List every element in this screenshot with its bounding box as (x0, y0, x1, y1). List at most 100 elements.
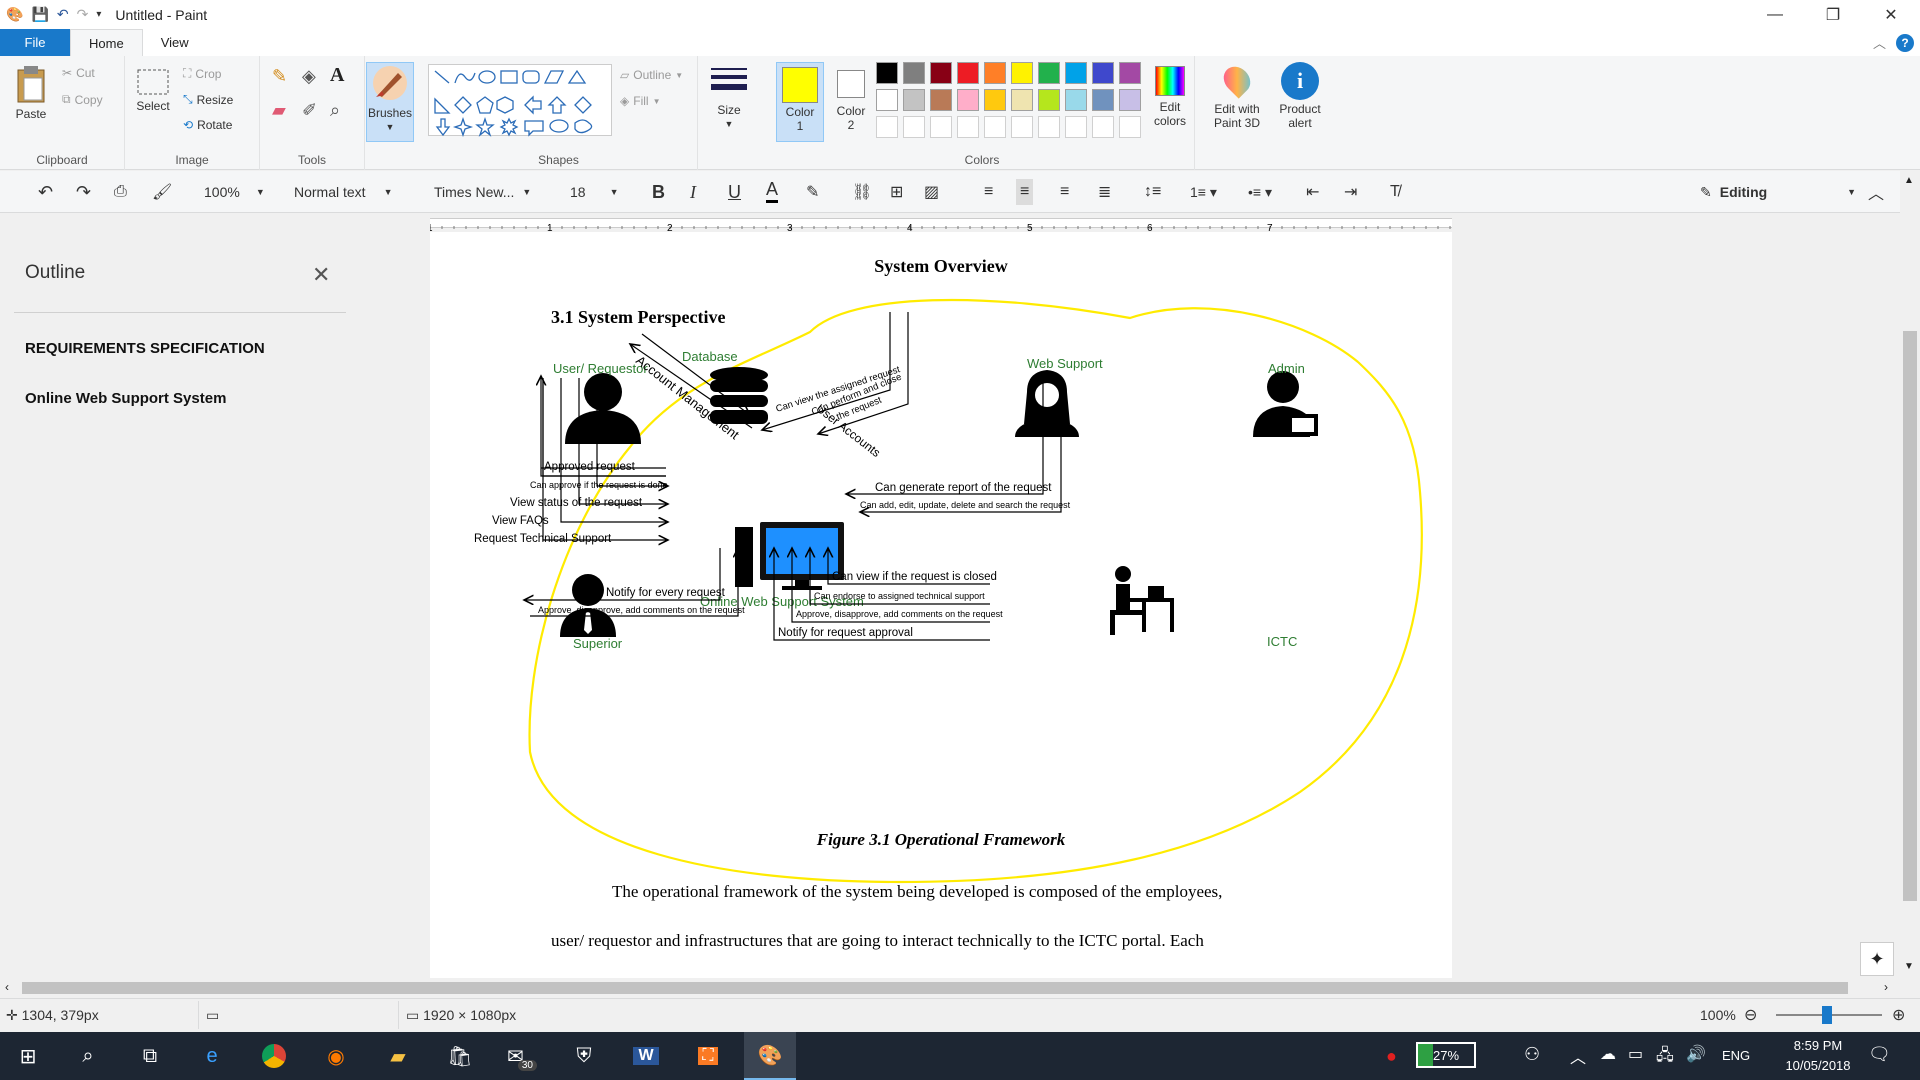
tab-file[interactable]: File (0, 29, 70, 56)
tab-home[interactable]: Home (70, 29, 143, 56)
paint-app[interactable]: 🎨 (744, 1032, 796, 1080)
redo-icon[interactable]: ↷ (76, 179, 91, 205)
horizontal-scroll-thumb[interactable] (22, 982, 1848, 994)
horizontal-scrollbar[interactable]: ‹ › (0, 978, 1920, 998)
numbered-list-icon[interactable]: 1≡ ▾ (1190, 179, 1217, 205)
close-outline-icon[interactable]: ✕ (312, 262, 330, 288)
scroll-right-icon[interactable]: › (1884, 980, 1888, 994)
font-dropdown[interactable]: Times New... ▼ (434, 179, 531, 205)
font-color-icon[interactable]: A (766, 179, 779, 203)
palette-color-swatch[interactable] (1065, 116, 1087, 138)
color2-button[interactable]: Color 2 (828, 62, 874, 132)
select-button[interactable]: Select (133, 68, 173, 113)
clear-formatting-icon[interactable]: T̸ (1390, 179, 1400, 205)
notifications-icon[interactable]: 🗨 (1868, 1044, 1891, 1065)
palette-color-swatch[interactable] (1038, 62, 1060, 84)
resize-button[interactable]: ⤡ Resize (183, 92, 233, 107)
print-icon[interactable]: ⎙ (114, 179, 127, 205)
edit-paint3d-button[interactable]: Edit with Paint 3D (1206, 61, 1268, 130)
palette-color-swatch[interactable] (1092, 89, 1114, 111)
store-app[interactable]: 🛍 (434, 1032, 486, 1080)
palette-color-swatch[interactable] (903, 89, 925, 111)
palette-color-swatch[interactable] (957, 116, 979, 138)
zoom-out-icon[interactable]: ⊖ (1744, 1005, 1757, 1025)
italic-icon[interactable]: I (690, 179, 696, 205)
align-left-icon[interactable]: ≡ (984, 179, 993, 205)
palette-color-swatch[interactable] (903, 62, 925, 84)
palette-color-swatch[interactable] (957, 62, 979, 84)
palette-color-swatch[interactable] (903, 116, 925, 138)
search-button[interactable]: ⌕ (62, 1032, 114, 1080)
vertical-scroll-thumb[interactable] (1903, 331, 1917, 901)
word-app[interactable]: W (620, 1032, 672, 1080)
help-icon[interactable]: ? (1896, 33, 1914, 52)
palette-color-swatch[interactable] (1119, 89, 1141, 111)
edge-app[interactable]: e (186, 1032, 238, 1080)
size-button[interactable]: Size ▼ (706, 64, 752, 131)
insert-icon[interactable]: ⊞ (890, 179, 903, 205)
canvas[interactable]: System Overview 3.1 System Perspective U… (430, 232, 1452, 978)
tray-expand-icon[interactable]: ︿ (1570, 1044, 1586, 1068)
clock-time[interactable]: 8:59 PM (1774, 1038, 1862, 1053)
color-picker-icon[interactable]: ✐ (302, 100, 317, 121)
bold-icon[interactable]: B (652, 179, 665, 205)
pencil-icon[interactable]: ✎ (272, 66, 287, 87)
zoom-dropdown[interactable]: 100% ▼ (204, 179, 265, 205)
battery-indicator[interactable]: 27% (1416, 1042, 1476, 1068)
fill-button[interactable]: ◈ Fill ▼ (620, 94, 660, 108)
outline-item-requirements[interactable]: REQUIREMENTS SPECIFICATION (25, 340, 265, 357)
eraser-icon[interactable]: ▰ (272, 100, 286, 121)
align-center-icon[interactable]: ≡ (1016, 179, 1034, 205)
justify-icon[interactable]: ≣ (1098, 179, 1111, 205)
rotate-button[interactable]: ⟲ Rotate (183, 118, 232, 132)
people-icon[interactable]: ⚇ (1524, 1044, 1540, 1065)
save-icon[interactable]: 💾 (31, 6, 48, 23)
editing-dropdown[interactable]: ✎ Editing ▼ (1700, 179, 1856, 205)
scroll-left-icon[interactable]: ‹ (5, 980, 9, 994)
paint-app-icon[interactable]: 🎨 (6, 6, 23, 23)
palette-color-swatch[interactable] (1065, 89, 1087, 111)
image-icon[interactable]: ▨ (924, 179, 939, 205)
palette-color-swatch[interactable] (930, 89, 952, 111)
pin-tool-button[interactable]: ✦ (1860, 942, 1894, 976)
minimize-button[interactable]: — (1746, 0, 1804, 29)
close-button[interactable]: ✕ (1862, 0, 1920, 29)
underline-icon[interactable]: U (728, 179, 741, 205)
scroll-up-icon[interactable]: ▲ (1904, 175, 1914, 186)
palette-color-swatch[interactable] (1092, 62, 1114, 84)
highlight-icon[interactable]: ✎ (806, 179, 819, 205)
tab-view[interactable]: View (143, 29, 207, 56)
chrome-app[interactable] (248, 1032, 300, 1080)
battery-icon[interactable]: ▭ (1628, 1044, 1643, 1064)
palette-color-swatch[interactable] (930, 116, 952, 138)
palette-color-swatch[interactable] (1065, 62, 1087, 84)
clock-date[interactable]: 10/05/2018 (1768, 1058, 1868, 1073)
product-alert-button[interactable]: i Product alert (1270, 62, 1330, 130)
palette-color-swatch[interactable] (984, 116, 1006, 138)
copy-button[interactable]: ⧉ Copy (62, 92, 103, 107)
fill-bucket-icon[interactable]: ◈ (302, 66, 316, 87)
shapes-gallery[interactable] (428, 64, 612, 138)
start-button[interactable]: ⊞ (2, 1032, 54, 1080)
firefox-app[interactable]: ◉ (310, 1032, 362, 1080)
antivirus-icon[interactable]: ● (1386, 1046, 1397, 1067)
palette-color-swatch[interactable] (1119, 62, 1141, 84)
paste-button[interactable]: Paste (8, 64, 54, 121)
style-dropdown[interactable]: Normal text ▼ (294, 179, 393, 205)
outline-item-system[interactable]: Online Web Support System (25, 390, 226, 407)
file-explorer-app[interactable]: ▰ (372, 1032, 424, 1080)
link-icon[interactable]: ⛓ (852, 179, 872, 205)
palette-color-swatch[interactable] (1092, 116, 1114, 138)
redo-icon[interactable]: ↷ (77, 6, 89, 23)
palette-color-swatch[interactable] (1011, 62, 1033, 84)
decrease-indent-icon[interactable]: ⇤ (1306, 179, 1319, 205)
zoom-in-icon[interactable]: ⊕ (1892, 1005, 1905, 1025)
outline-button[interactable]: ▱ Outline ▼ (620, 68, 683, 82)
palette-color-swatch[interactable] (876, 89, 898, 111)
collapse-toolbar-icon[interactable]: ︿ (1868, 179, 1884, 205)
palette-color-swatch[interactable] (957, 89, 979, 111)
format-painter-icon[interactable]: 🖌 (152, 179, 172, 205)
network-icon[interactable]: 🖧 (1656, 1044, 1674, 1071)
edit-colors-button[interactable]: Edit colors (1148, 62, 1192, 128)
cloud-icon[interactable]: ☁ (1600, 1044, 1616, 1064)
